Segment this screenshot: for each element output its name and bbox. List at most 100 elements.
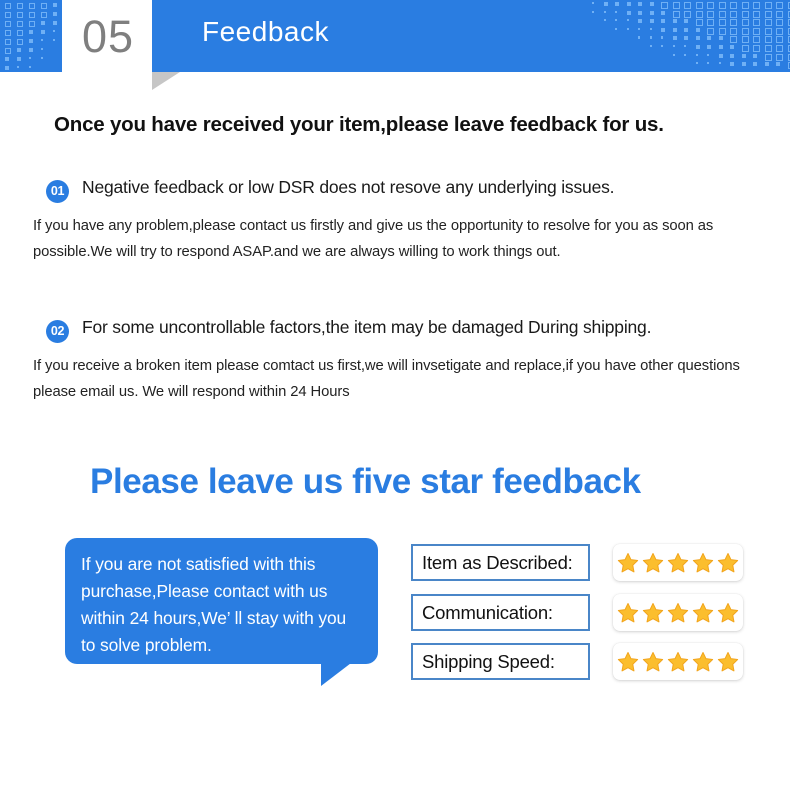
- star-icon[interactable]: [617, 552, 639, 574]
- star-icon[interactable]: [667, 552, 689, 574]
- star-icon[interactable]: [617, 651, 639, 673]
- pattern-square: [29, 12, 35, 18]
- pattern-square: [776, 19, 783, 27]
- pattern-square: [764, 2, 772, 9]
- pattern-square: [764, 19, 772, 27]
- pattern-square: [684, 45, 687, 48]
- support-bubble-text: If you are not satisfied with this purch…: [81, 554, 347, 655]
- pattern-square: [707, 27, 714, 35]
- star-icon[interactable]: [717, 552, 739, 574]
- pattern-square: [672, 2, 680, 9]
- pattern-square: [707, 36, 711, 41]
- item-title-02: For some uncontrollable factors,the item…: [82, 317, 652, 337]
- star-icon[interactable]: [717, 602, 739, 624]
- header-right-dot-pattern: [590, 0, 790, 72]
- pattern-square: [684, 19, 688, 24]
- star-icon[interactable]: [692, 651, 714, 673]
- page-header: 05 Feedback: [0, 0, 790, 90]
- pattern-square: [53, 12, 57, 16]
- pattern-square: [776, 10, 783, 18]
- section-number: 05: [82, 11, 135, 62]
- pattern-square: [17, 57, 21, 61]
- star-icon[interactable]: [667, 602, 689, 624]
- pattern-square: [649, 27, 652, 30]
- pattern-square: [695, 53, 698, 56]
- pattern-square: [615, 2, 619, 6]
- pattern-square: [730, 45, 734, 49]
- pattern-square: [695, 62, 698, 65]
- pattern-square: [764, 62, 769, 67]
- pattern-square: [592, 10, 595, 13]
- rating-label-communication: Communication:: [411, 594, 590, 631]
- star-rating-communication[interactable]: [613, 594, 743, 631]
- pattern-square: [649, 10, 654, 15]
- pattern-square: [764, 36, 772, 44]
- pattern-square: [17, 66, 20, 69]
- pattern-square: [638, 2, 642, 6]
- pattern-square: [730, 62, 734, 67]
- pattern-square: [718, 2, 726, 9]
- pattern-square: [5, 39, 11, 45]
- pattern-square: [29, 57, 32, 60]
- pattern-square: [638, 27, 641, 30]
- pattern-square: [672, 27, 677, 32]
- pattern-square: [707, 2, 714, 9]
- pattern-square: [707, 10, 714, 18]
- pattern-square: [638, 10, 642, 15]
- pattern-square: [753, 27, 760, 35]
- pattern-square: [707, 45, 711, 49]
- pattern-square: [53, 21, 57, 25]
- pattern-square: [718, 62, 721, 65]
- pattern-square: [707, 62, 710, 65]
- pattern-square: [5, 30, 11, 36]
- star-icon[interactable]: [667, 651, 689, 673]
- pattern-square: [718, 10, 726, 18]
- star-icon[interactable]: [642, 602, 664, 624]
- pattern-square: [718, 36, 723, 41]
- pattern-square: [730, 53, 734, 58]
- pattern-square: [5, 66, 9, 70]
- header-left-dot-pattern: [0, 0, 62, 72]
- pattern-square: [753, 62, 757, 67]
- pattern-square: [753, 36, 760, 44]
- pattern-square: [672, 53, 675, 56]
- star-rating-item-as-described[interactable]: [613, 544, 743, 581]
- star-icon[interactable]: [717, 651, 739, 673]
- pattern-square: [672, 19, 677, 24]
- pattern-square: [695, 27, 700, 32]
- pattern-square: [638, 36, 641, 39]
- pattern-square: [53, 30, 56, 33]
- pattern-square: [684, 10, 691, 18]
- pattern-square: [615, 10, 618, 13]
- item-title-01: Negative feedback or low DSR does not re…: [82, 177, 615, 197]
- pattern-square: [741, 19, 749, 27]
- pattern-square: [707, 19, 714, 27]
- pattern-square: [603, 2, 608, 6]
- pattern-square: [672, 10, 680, 18]
- pattern-square: [603, 19, 606, 22]
- star-icon[interactable]: [642, 651, 664, 673]
- pattern-square: [17, 39, 23, 45]
- pattern-square: [17, 30, 23, 36]
- pattern-square: [764, 53, 772, 61]
- star-icon[interactable]: [692, 552, 714, 574]
- star-icon[interactable]: [642, 552, 664, 574]
- rating-label-shipping-speed: Shipping Speed:: [411, 643, 590, 680]
- pattern-square: [41, 3, 47, 9]
- pattern-square: [753, 10, 760, 18]
- pattern-square: [661, 19, 665, 24]
- pattern-square: [695, 10, 703, 18]
- star-icon[interactable]: [692, 602, 714, 624]
- pattern-square: [592, 2, 595, 5]
- star-rating-shipping-speed[interactable]: [613, 643, 743, 680]
- pattern-square: [41, 30, 45, 34]
- banner-fold-corner: [152, 72, 180, 90]
- pattern-square: [695, 2, 703, 9]
- star-icon[interactable]: [617, 602, 639, 624]
- pattern-square: [741, 62, 746, 67]
- pattern-square: [776, 62, 780, 67]
- pattern-square: [741, 53, 746, 58]
- pattern-square: [764, 45, 772, 52]
- page-title: Feedback: [202, 16, 329, 47]
- pattern-square: [5, 48, 11, 54]
